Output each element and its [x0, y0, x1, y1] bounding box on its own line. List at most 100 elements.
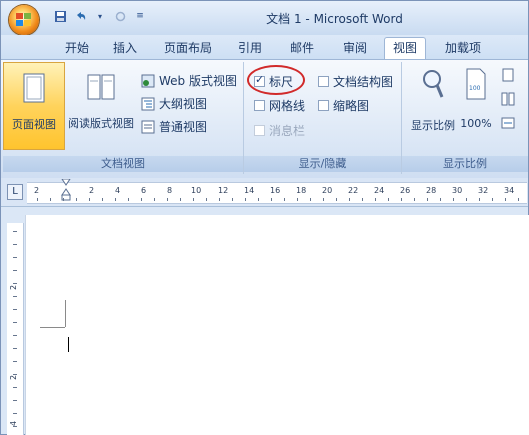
- page-view-button[interactable]: 页面视图: [3, 62, 65, 150]
- tab-page-layout[interactable]: 页面布局: [164, 39, 212, 56]
- vruler-tick: [13, 257, 17, 258]
- doc-map-check-icon[interactable]: [318, 76, 329, 87]
- vruler-tick: [13, 270, 17, 271]
- ruler-tick: [76, 198, 77, 201]
- thumbnails-check-icon[interactable]: [318, 100, 329, 111]
- two-pages-icon[interactable]: [501, 92, 515, 106]
- ruler-tick: [505, 198, 506, 201]
- vruler-tick: [13, 335, 17, 336]
- ruler-tick: [206, 198, 207, 201]
- gridlines-checkbox[interactable]: 网格线: [254, 97, 305, 114]
- doc-map-checkbox[interactable]: 文档结构图: [318, 73, 393, 90]
- ruler-tick: [154, 198, 155, 201]
- ruler-tick: [349, 198, 350, 201]
- vruler-tick: [13, 296, 17, 297]
- window-title: 文档 1 - Microsoft Word: [266, 12, 403, 26]
- vruler-tick: [13, 348, 17, 349]
- ruler-tick: [414, 198, 415, 201]
- vruler-number: 2: [9, 374, 19, 381]
- ruler-tick: [167, 198, 168, 201]
- document-page[interactable]: [25, 215, 529, 435]
- ruler-number: 8: [167, 186, 173, 195]
- ruler-tick: [128, 198, 129, 201]
- title-bar: ▾ ≡ 文档 1 - Microsoft Word: [1, 1, 528, 36]
- page-100-icon: 100: [466, 68, 486, 100]
- group-document-views: 页面视图 阅读版式视图 Web 版式视图 大纲视图 普通视图 文档视图: [3, 62, 244, 174]
- gridlines-label: 网格线: [269, 99, 306, 113]
- ruler-tick: [440, 198, 441, 201]
- page-width-icon[interactable]: [501, 116, 515, 130]
- ruler-tick: [271, 198, 272, 201]
- zoom-100-button[interactable]: 100 100%: [458, 68, 494, 130]
- ribbon: 页面视图 阅读版式视图 Web 版式视图 大纲视图 普通视图 文档视图 ✓ 标尺…: [1, 59, 528, 179]
- tab-selector-icon[interactable]: L: [7, 184, 23, 200]
- margin-corner-mark: [40, 327, 65, 328]
- outline-view-button[interactable]: 大纲视图: [141, 95, 207, 112]
- web-view-button[interactable]: Web 版式视图: [141, 72, 237, 89]
- vruler-number: 2: [9, 284, 19, 291]
- ruler-number: 6: [141, 186, 147, 195]
- highlight-ellipse: [247, 65, 305, 95]
- ruler-number: 28: [426, 186, 437, 195]
- group-label-show-hide: 显示/隐藏: [244, 156, 401, 172]
- ruler-number: 12: [218, 186, 229, 195]
- magnifier-icon: [423, 70, 444, 98]
- ruler-tick: [310, 198, 311, 201]
- tab-home[interactable]: 开始: [65, 39, 89, 56]
- ruler-tick: [388, 198, 389, 201]
- vruler-tick: [13, 283, 17, 284]
- outline-view-icon: [141, 97, 155, 110]
- tab-references[interactable]: 引用: [238, 39, 262, 56]
- ruler-tick: [258, 198, 259, 201]
- draft-view-button[interactable]: 普通视图: [141, 118, 207, 135]
- ruler-number: 18: [296, 186, 307, 195]
- gridlines-check-icon[interactable]: [254, 100, 265, 111]
- one-page-icon[interactable]: [501, 68, 515, 82]
- ruler-number: 30: [452, 186, 463, 195]
- group-label-zoom: 显示比例: [402, 156, 528, 172]
- ruler-number: 16: [270, 186, 281, 195]
- doc-map-label: 文档结构图: [333, 75, 394, 89]
- ruler-tick: [245, 198, 246, 201]
- word-window: ▾ ≡ 文档 1 - Microsoft Word 开始 插入 页面布局 引用 …: [0, 0, 529, 435]
- reading-view-button[interactable]: 阅读版式视图: [65, 62, 137, 150]
- ruler-tick: [219, 198, 220, 201]
- ruler-tick: [115, 198, 116, 201]
- tab-insert[interactable]: 插入: [113, 39, 137, 56]
- tab-view[interactable]: 视图: [384, 37, 427, 60]
- ruler-number: 24: [374, 186, 385, 195]
- ruler-tick: [180, 198, 181, 201]
- horizontal-ruler[interactable]: 2 2 4 6 8 10 12 14 16 18 20 22 24 26 28 …: [27, 179, 527, 204]
- page-view-icon: [23, 73, 45, 103]
- group-zoom: 显示比例 100 100% 显示比例: [402, 62, 528, 174]
- thumbnails-label: 缩略图: [333, 99, 370, 113]
- ruler-tick: [232, 198, 233, 201]
- zoom-100-label: 100%: [460, 117, 492, 130]
- ruler-tick: [336, 198, 337, 201]
- tab-review[interactable]: 审阅: [343, 39, 367, 56]
- ruler-tick: [362, 198, 363, 201]
- zoom-button[interactable]: 显示比例: [404, 68, 462, 133]
- draft-view-label: 普通视图: [159, 120, 208, 134]
- ruler-number: 10: [191, 186, 202, 195]
- ruler-row: L 2 2 4 6 8 10 12 14 16 18 20 22 24 26 2…: [1, 178, 528, 207]
- vruler-tick: [13, 387, 17, 388]
- outline-view-label: 大纲视图: [159, 97, 208, 111]
- ruler-tick: [427, 198, 428, 201]
- vertical-ruler[interactable]: 2 2 4: [7, 223, 24, 435]
- vruler-tick: [13, 244, 17, 245]
- ruler-tick: [141, 198, 142, 201]
- vruler-tick: [13, 361, 17, 362]
- svg-text:100: 100: [469, 85, 481, 92]
- ruler-tick: [401, 198, 402, 201]
- ruler-tick: [466, 198, 467, 201]
- vruler-tick: [13, 413, 17, 414]
- message-bar-label: 消息栏: [269, 124, 306, 138]
- tab-mailings[interactable]: 邮件: [290, 39, 314, 56]
- ruler-tick: [375, 198, 376, 201]
- tab-addins[interactable]: 加载项: [445, 39, 481, 56]
- thumbnails-checkbox[interactable]: 缩略图: [318, 97, 369, 114]
- ruler-tick: [492, 198, 493, 201]
- ruler-number: 2: [89, 186, 95, 195]
- vruler-tick: [13, 231, 17, 232]
